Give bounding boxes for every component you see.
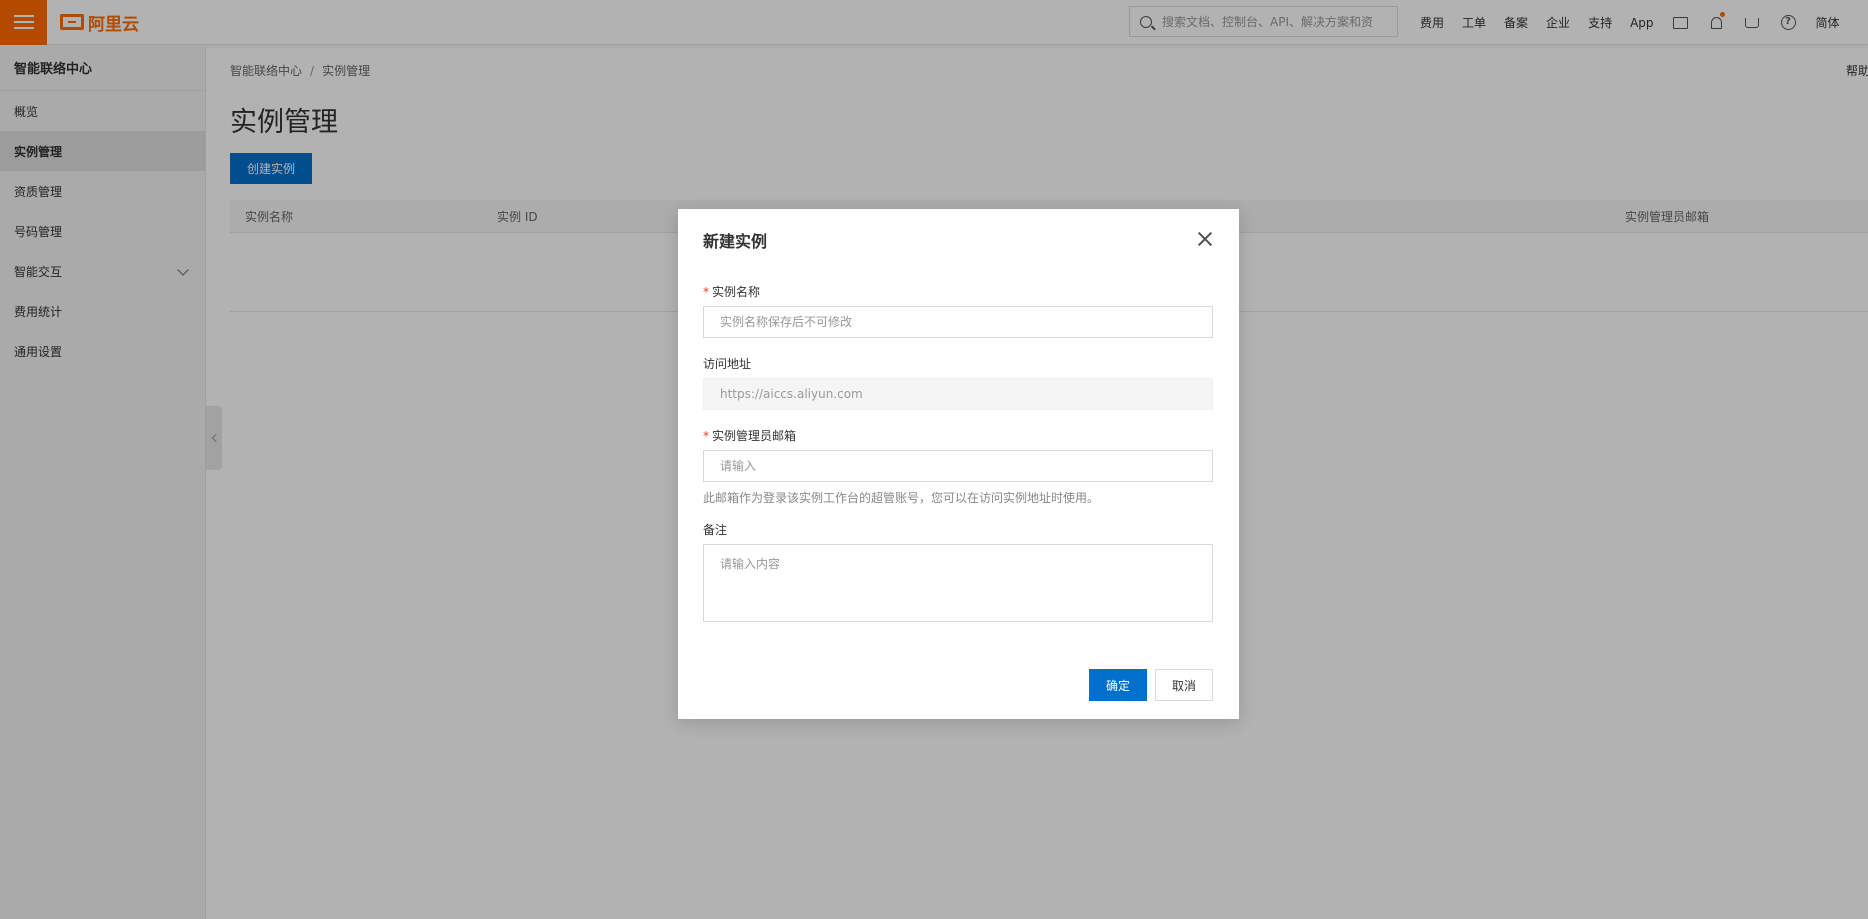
required-mark: *: [703, 429, 709, 443]
access-url-label: 访问地址: [703, 357, 752, 371]
access-url-input: [703, 378, 1213, 410]
required-mark: *: [703, 285, 709, 299]
admin-email-label: * 实例管理员邮箱: [703, 429, 797, 443]
note-label: 备注: [703, 523, 728, 537]
close-icon[interactable]: [1196, 230, 1214, 248]
create-instance-dialog: 新建实例 *实例名称 访问地址 *实例管理员邮箱 此邮箱作为登录该实例工作台的超…: [678, 209, 1239, 719]
confirm-button[interactable]: 确定: [1089, 669, 1147, 701]
admin-email-hint: 此邮箱作为登录该实例工作台的超管账号，您可以在访问实例地址时使用。: [703, 491, 1100, 505]
instance-name-input[interactable]: [703, 306, 1213, 338]
cancel-button[interactable]: 取消: [1155, 669, 1213, 701]
instance-name-label: * 实例名称: [703, 285, 761, 299]
dialog-title: 新建实例: [703, 232, 768, 251]
note-textarea[interactable]: [703, 544, 1213, 622]
admin-email-input[interactable]: [703, 450, 1213, 482]
